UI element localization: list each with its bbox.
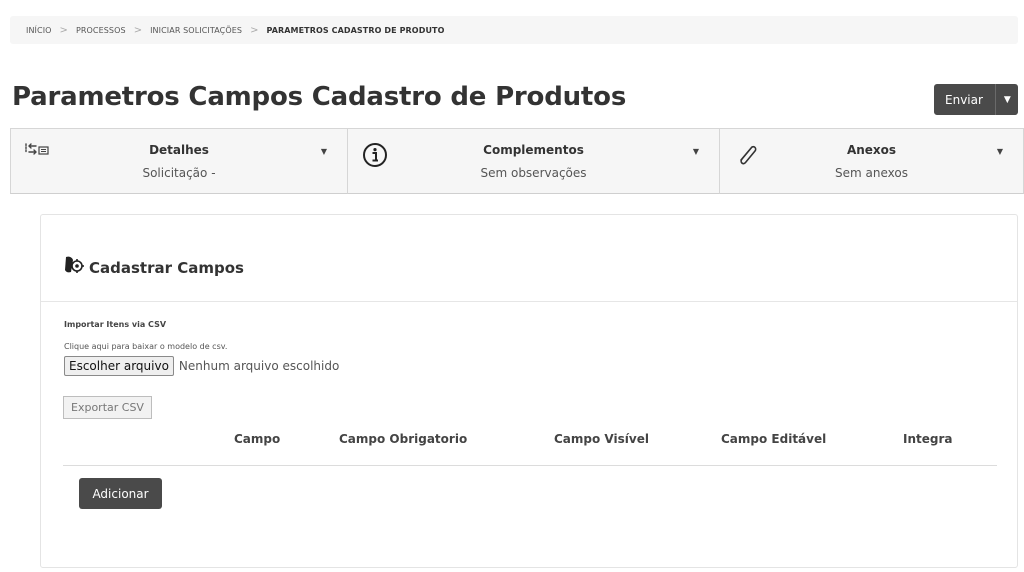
breadcrumb: INÍCIO > PROCESSOS > INICIAR SOLICITAÇÕE… <box>10 16 1018 44</box>
breadcrumb-item-inicio[interactable]: INÍCIO <box>26 26 52 35</box>
column-header-campo-obrigatorio: Campo Obrigatorio <box>339 432 468 446</box>
import-csv-title: Importar Itens via CSV <box>64 320 167 329</box>
request-info-panels: Detalhes Solicitação - ▼ Complementos Se… <box>10 128 1024 194</box>
panel-anexos-subtitle: Sem anexos <box>835 166 908 180</box>
send-button[interactable]: Enviar <box>934 84 995 115</box>
breadcrumb-item-processos[interactable]: PROCESSOS <box>76 26 126 35</box>
panel-detalhes-subtitle: Solicitação - <box>142 166 216 180</box>
column-header-campo-visivel: Campo Visível <box>554 432 649 446</box>
file-status-text: Nenhum arquivo escolhido <box>178 359 340 373</box>
csv-file-input[interactable]: Escolher arquivo Nenhum arquivo escolhid… <box>64 356 339 376</box>
breadcrumb-item-iniciar-solicitacoes[interactable]: INICIAR SOLICITAÇÕES <box>150 26 242 35</box>
export-csv-button[interactable]: Exportar CSV <box>63 396 152 419</box>
form-card-header: Cadastrar Campos <box>41 215 1017 302</box>
page-title: Parametros Campos Cadastro de Produtos <box>12 82 627 112</box>
send-button-group: Enviar ▼ <box>934 84 1018 115</box>
column-header-campo-editavel: Campo Editável <box>721 432 827 446</box>
form-card: Cadastrar Campos Importar Itens via CSV … <box>40 214 1018 568</box>
send-dropdown-caret-icon[interactable]: ▼ <box>994 84 1018 115</box>
form-title: Cadastrar Campos <box>89 259 244 277</box>
breadcrumb-separator-icon: > <box>250 24 259 36</box>
choose-file-button[interactable]: Escolher arquivo <box>64 356 174 376</box>
breadcrumb-item-current: PARAMETROS CADASTRO DE PRODUTO <box>266 25 445 35</box>
panel-complementos-title: Complementos <box>483 143 584 157</box>
breadcrumb-separator-icon: > <box>133 24 143 36</box>
panel-anexos-title: Anexos <box>846 143 897 157</box>
table-divider <box>63 465 997 466</box>
chevron-down-icon[interactable]: ▼ <box>321 147 327 156</box>
panel-anexos[interactable]: Anexos Sem anexos ▼ <box>720 128 1024 194</box>
breadcrumb-separator-icon: > <box>59 24 68 36</box>
chevron-down-icon[interactable]: ▼ <box>693 147 699 156</box>
column-header-campo: Campo <box>234 432 281 446</box>
chevron-down-icon[interactable]: ▼ <box>997 147 1003 156</box>
panel-detalhes-title: Detalhes <box>149 143 209 157</box>
panel-detalhes[interactable]: Detalhes Solicitação - ▼ <box>10 128 348 194</box>
form-gear-icon <box>63 255 85 275</box>
column-header-integra: Integra <box>903 432 953 446</box>
download-csv-template-link[interactable]: Clique aqui para baixar o modelo de csv. <box>64 342 227 351</box>
panel-complementos[interactable]: Complementos Sem observações ▼ <box>348 128 720 194</box>
add-button[interactable]: Adicionar <box>79 478 162 509</box>
panel-complementos-subtitle: Sem observações <box>480 166 587 180</box>
